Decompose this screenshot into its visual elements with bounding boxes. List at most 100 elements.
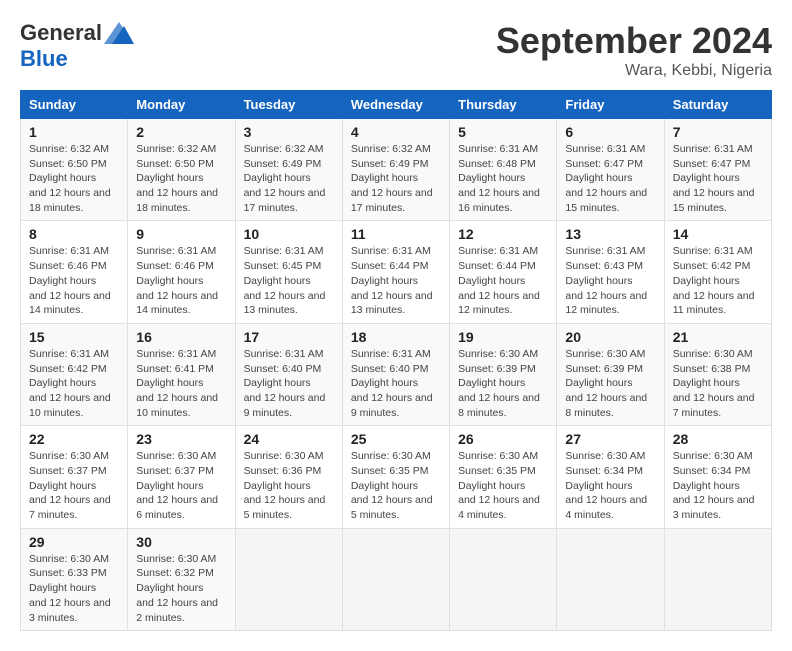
calendar-cell (342, 528, 449, 630)
day-number: 24 (244, 431, 334, 447)
day-number: 26 (458, 431, 548, 447)
column-header-monday: Monday (128, 91, 235, 119)
day-number: 2 (136, 124, 226, 140)
day-number: 3 (244, 124, 334, 140)
calendar-cell: 23 Sunrise: 6:30 AMSunset: 6:37 PMDaylig… (128, 426, 235, 528)
page-header: General Blue September 2024 Wara, Kebbi,… (20, 20, 772, 80)
calendar-cell (450, 528, 557, 630)
day-number: 22 (29, 431, 119, 447)
calendar-week-4: 22 Sunrise: 6:30 AMSunset: 6:37 PMDaylig… (21, 426, 772, 528)
calendar-week-1: 1 Sunrise: 6:32 AMSunset: 6:50 PMDayligh… (21, 119, 772, 221)
day-number: 8 (29, 226, 119, 242)
day-number: 28 (673, 431, 763, 447)
day-info: Sunrise: 6:31 AMSunset: 6:45 PMDaylight … (244, 245, 326, 316)
logo: General Blue (20, 20, 134, 72)
day-number: 23 (136, 431, 226, 447)
day-number: 10 (244, 226, 334, 242)
calendar-cell: 10 Sunrise: 6:31 AMSunset: 6:45 PMDaylig… (235, 221, 342, 323)
calendar-cell: 28 Sunrise: 6:30 AMSunset: 6:34 PMDaylig… (664, 426, 771, 528)
logo-blue: Blue (20, 46, 68, 72)
day-number: 21 (673, 329, 763, 345)
column-header-tuesday: Tuesday (235, 91, 342, 119)
day-info: Sunrise: 6:31 AMSunset: 6:46 PMDaylight … (136, 245, 218, 316)
calendar-cell: 14 Sunrise: 6:31 AMSunset: 6:42 PMDaylig… (664, 221, 771, 323)
day-info: Sunrise: 6:30 AMSunset: 6:37 PMDaylight … (136, 450, 218, 521)
calendar-cell: 4 Sunrise: 6:32 AMSunset: 6:49 PMDayligh… (342, 119, 449, 221)
day-info: Sunrise: 6:30 AMSunset: 6:39 PMDaylight … (565, 348, 647, 419)
column-header-wednesday: Wednesday (342, 91, 449, 119)
day-number: 4 (351, 124, 441, 140)
day-info: Sunrise: 6:30 AMSunset: 6:38 PMDaylight … (673, 348, 755, 419)
title-section: September 2024 Wara, Kebbi, Nigeria (496, 20, 772, 80)
day-number: 17 (244, 329, 334, 345)
day-number: 19 (458, 329, 548, 345)
column-header-sunday: Sunday (21, 91, 128, 119)
calendar-cell: 20 Sunrise: 6:30 AMSunset: 6:39 PMDaylig… (557, 323, 664, 425)
calendar-cell: 26 Sunrise: 6:30 AMSunset: 6:35 PMDaylig… (450, 426, 557, 528)
calendar-cell: 22 Sunrise: 6:30 AMSunset: 6:37 PMDaylig… (21, 426, 128, 528)
day-number: 7 (673, 124, 763, 140)
day-info: Sunrise: 6:32 AMSunset: 6:49 PMDaylight … (244, 143, 326, 214)
month-title: September 2024 (496, 20, 772, 62)
day-info: Sunrise: 6:31 AMSunset: 6:48 PMDaylight … (458, 143, 540, 214)
calendar-table: SundayMondayTuesdayWednesdayThursdayFrid… (20, 90, 772, 631)
day-info: Sunrise: 6:32 AMSunset: 6:50 PMDaylight … (29, 143, 111, 214)
day-info: Sunrise: 6:30 AMSunset: 6:39 PMDaylight … (458, 348, 540, 419)
day-info: Sunrise: 6:31 AMSunset: 6:42 PMDaylight … (673, 245, 755, 316)
day-info: Sunrise: 6:30 AMSunset: 6:35 PMDaylight … (458, 450, 540, 521)
day-info: Sunrise: 6:30 AMSunset: 6:35 PMDaylight … (351, 450, 433, 521)
calendar-cell (557, 528, 664, 630)
day-info: Sunrise: 6:32 AMSunset: 6:49 PMDaylight … (351, 143, 433, 214)
day-number: 12 (458, 226, 548, 242)
calendar-cell: 29 Sunrise: 6:30 AMSunset: 6:33 PMDaylig… (21, 528, 128, 630)
day-number: 20 (565, 329, 655, 345)
day-number: 15 (29, 329, 119, 345)
calendar-cell: 5 Sunrise: 6:31 AMSunset: 6:48 PMDayligh… (450, 119, 557, 221)
day-number: 29 (29, 534, 119, 550)
calendar-header-row: SundayMondayTuesdayWednesdayThursdayFrid… (21, 91, 772, 119)
day-info: Sunrise: 6:31 AMSunset: 6:46 PMDaylight … (29, 245, 111, 316)
calendar-cell: 24 Sunrise: 6:30 AMSunset: 6:36 PMDaylig… (235, 426, 342, 528)
calendar-cell: 7 Sunrise: 6:31 AMSunset: 6:47 PMDayligh… (664, 119, 771, 221)
calendar-cell: 9 Sunrise: 6:31 AMSunset: 6:46 PMDayligh… (128, 221, 235, 323)
calendar-cell: 1 Sunrise: 6:32 AMSunset: 6:50 PMDayligh… (21, 119, 128, 221)
column-header-thursday: Thursday (450, 91, 557, 119)
day-number: 27 (565, 431, 655, 447)
logo-icon (104, 22, 134, 44)
day-number: 18 (351, 329, 441, 345)
location: Wara, Kebbi, Nigeria (496, 62, 772, 80)
logo-general: General (20, 20, 102, 46)
calendar-cell: 27 Sunrise: 6:30 AMSunset: 6:34 PMDaylig… (557, 426, 664, 528)
calendar-cell: 21 Sunrise: 6:30 AMSunset: 6:38 PMDaylig… (664, 323, 771, 425)
calendar-cell: 25 Sunrise: 6:30 AMSunset: 6:35 PMDaylig… (342, 426, 449, 528)
calendar-week-5: 29 Sunrise: 6:30 AMSunset: 6:33 PMDaylig… (21, 528, 772, 630)
day-info: Sunrise: 6:30 AMSunset: 6:37 PMDaylight … (29, 450, 111, 521)
day-info: Sunrise: 6:31 AMSunset: 6:42 PMDaylight … (29, 348, 111, 419)
calendar-cell: 13 Sunrise: 6:31 AMSunset: 6:43 PMDaylig… (557, 221, 664, 323)
day-number: 6 (565, 124, 655, 140)
calendar-cell: 2 Sunrise: 6:32 AMSunset: 6:50 PMDayligh… (128, 119, 235, 221)
day-info: Sunrise: 6:30 AMSunset: 6:36 PMDaylight … (244, 450, 326, 521)
column-header-friday: Friday (557, 91, 664, 119)
day-number: 1 (29, 124, 119, 140)
day-number: 25 (351, 431, 441, 447)
calendar-cell: 18 Sunrise: 6:31 AMSunset: 6:40 PMDaylig… (342, 323, 449, 425)
day-number: 30 (136, 534, 226, 550)
day-info: Sunrise: 6:31 AMSunset: 6:44 PMDaylight … (458, 245, 540, 316)
day-info: Sunrise: 6:30 AMSunset: 6:34 PMDaylight … (565, 450, 647, 521)
day-number: 11 (351, 226, 441, 242)
calendar-cell: 19 Sunrise: 6:30 AMSunset: 6:39 PMDaylig… (450, 323, 557, 425)
day-number: 14 (673, 226, 763, 242)
calendar-cell: 3 Sunrise: 6:32 AMSunset: 6:49 PMDayligh… (235, 119, 342, 221)
calendar-week-2: 8 Sunrise: 6:31 AMSunset: 6:46 PMDayligh… (21, 221, 772, 323)
day-info: Sunrise: 6:30 AMSunset: 6:32 PMDaylight … (136, 553, 218, 624)
day-info: Sunrise: 6:31 AMSunset: 6:47 PMDaylight … (673, 143, 755, 214)
day-number: 13 (565, 226, 655, 242)
day-info: Sunrise: 6:32 AMSunset: 6:50 PMDaylight … (136, 143, 218, 214)
calendar-cell: 15 Sunrise: 6:31 AMSunset: 6:42 PMDaylig… (21, 323, 128, 425)
calendar-cell: 17 Sunrise: 6:31 AMSunset: 6:40 PMDaylig… (235, 323, 342, 425)
calendar-cell: 8 Sunrise: 6:31 AMSunset: 6:46 PMDayligh… (21, 221, 128, 323)
calendar-cell (664, 528, 771, 630)
day-number: 9 (136, 226, 226, 242)
day-info: Sunrise: 6:31 AMSunset: 6:47 PMDaylight … (565, 143, 647, 214)
